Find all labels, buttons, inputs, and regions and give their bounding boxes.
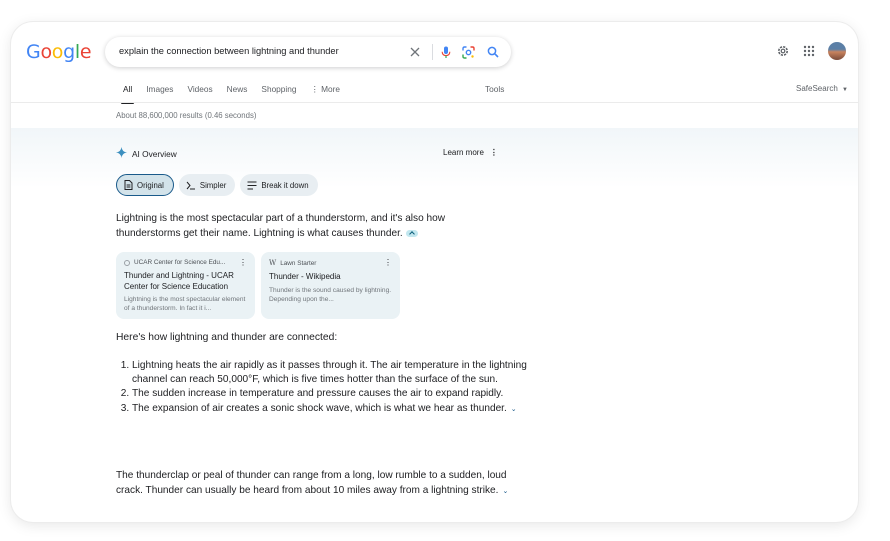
step-text: The expansion of air creates a sonic sho… <box>132 402 507 414</box>
simplify-icon <box>186 181 195 189</box>
tab-news[interactable]: News <box>227 84 248 104</box>
source-card[interactable]: UCAR Center for Science Edu... Thunder a… <box>116 252 255 319</box>
lens-icon[interactable] <box>460 44 476 60</box>
tab-videos[interactable]: Videos <box>187 84 212 104</box>
result-stats: About 88,600,000 results (0.46 seconds) <box>116 111 257 120</box>
site-favicon-icon <box>124 259 130 266</box>
source-title: Thunder and Lightning - UCAR Center for … <box>124 271 234 291</box>
ai-overview-title: AI Overview <box>132 148 177 159</box>
apps-grid-icon[interactable] <box>800 42 818 60</box>
ai-intro-text: Lightning is the most spectacular part o… <box>116 213 446 239</box>
more-options-icon[interactable]: ⋮ <box>490 148 498 157</box>
ai-mode-chips: Original Simpler Break it down <box>116 174 318 196</box>
chip-original-label: Original <box>137 180 164 190</box>
step-text: The sudden increase in temperature and p… <box>132 388 504 400</box>
dropdown-arrow-icon: ▼ <box>842 87 848 93</box>
settings-gear-icon[interactable] <box>774 42 792 60</box>
chip-break-label: Break it down <box>261 180 309 190</box>
source-cards: UCAR Center for Science Edu... Thunder a… <box>116 252 400 319</box>
header-divider <box>11 102 858 103</box>
source-title: Thunder - Wikipedia <box>269 272 341 281</box>
search-input[interactable]: explain the connection between lightning… <box>119 46 339 56</box>
chip-simpler-label: Simpler <box>199 180 227 190</box>
logo-letter: G <box>26 41 41 63</box>
ai-overview-header: AI Overview <box>116 147 177 160</box>
chip-break-it-down[interactable]: Break it down <box>240 174 318 196</box>
safesearch-button[interactable]: SafeSearch ▼ <box>796 84 848 93</box>
steps-list: Lightning heats the air rapidly as it pa… <box>116 359 532 417</box>
ai-closing-paragraph: The thunderclap or peal of thunder can r… <box>116 468 516 499</box>
source-snippet: Thunder is the sound caused by lightning… <box>269 286 392 303</box>
search-divider <box>432 44 433 60</box>
google-logo[interactable]: Google <box>26 41 92 63</box>
learn-more-label: Learn more <box>443 148 484 157</box>
browser-page: Google explain the connection between li… <box>11 22 858 522</box>
more-options-icon[interactable]: ⋮ <box>239 258 247 267</box>
expand-chevron-icon[interactable]: ⌄ <box>511 406 517 413</box>
gemini-sparkle-icon <box>116 147 127 160</box>
account-avatar[interactable] <box>828 42 846 60</box>
list-item: The sudden increase in temperature and p… <box>132 387 532 401</box>
logo-letter: e <box>79 41 92 63</box>
step-text: Lightning heats the air rapidly as it pa… <box>132 360 527 386</box>
list-icon <box>247 181 257 189</box>
search-box[interactable]: explain the connection between lightning… <box>105 37 511 67</box>
expand-chevron-icon[interactable]: ⌄ <box>502 488 508 495</box>
tools-button[interactable]: Tools <box>485 84 504 94</box>
tab-all[interactable]: All <box>120 84 135 104</box>
logo-letter: o <box>40 41 52 63</box>
list-item: Lightning heats the air rapidly as it pa… <box>132 359 532 387</box>
chip-original[interactable]: Original <box>116 174 174 196</box>
learn-more-link[interactable]: Learn more ⋮ <box>443 148 498 157</box>
safesearch-label: SafeSearch <box>796 84 838 93</box>
more-options-icon[interactable]: ⋮ <box>384 258 392 267</box>
source-card[interactable]: W Lawn Starter Thunder - Wikipedia Thund… <box>261 252 400 319</box>
chip-simpler[interactable]: Simpler <box>178 174 236 196</box>
wikipedia-w-icon: W <box>269 259 277 267</box>
ai-closing-text: The thunderclap or peal of thunder can r… <box>116 470 507 496</box>
document-icon <box>124 180 133 190</box>
source-site-name: UCAR Center for Science Edu... <box>134 259 226 266</box>
citation-expand-icon[interactable] <box>405 229 418 237</box>
tab-shopping[interactable]: Shopping <box>261 84 296 104</box>
clear-icon[interactable] <box>407 44 423 60</box>
search-tabs: All Images Videos News Shopping ⋮ More <box>120 84 354 104</box>
tab-more[interactable]: ⋮ More <box>311 84 341 104</box>
logo-letter: g <box>63 41 75 63</box>
source-site: W Lawn Starter <box>269 259 392 267</box>
search-icon[interactable] <box>485 44 501 60</box>
tab-images[interactable]: Images <box>146 84 173 104</box>
source-site-name: Lawn Starter <box>280 259 317 267</box>
source-snippet: Lightning is the most spectacular elemen… <box>124 296 246 312</box>
ai-subheading: Here's how lightning and thunder are con… <box>116 332 338 343</box>
more-vert-icon: ⋮ <box>310 84 322 94</box>
logo-letter: o <box>51 41 64 63</box>
microphone-icon[interactable] <box>438 44 454 60</box>
tab-more-label: More <box>321 84 341 94</box>
list-item: The expansion of air creates a sonic sho… <box>132 402 532 417</box>
source-site: UCAR Center for Science Edu... <box>124 259 247 266</box>
ai-intro-paragraph: Lightning is the most spectacular part o… <box>116 211 506 241</box>
